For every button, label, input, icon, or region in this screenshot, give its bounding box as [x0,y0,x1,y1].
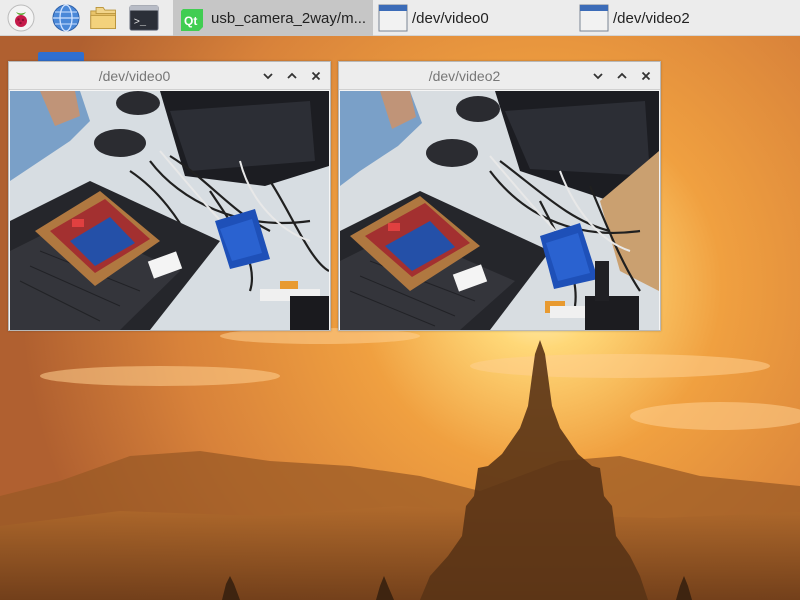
terminal-button[interactable]: >_ [129,3,159,33]
taskbar-task-video0[interactable]: /dev/video0 [374,0,574,36]
chevron-down-icon [263,73,273,80]
minimize-button[interactable] [260,68,276,84]
close-button[interactable] [308,68,324,84]
camera-feed [340,91,659,330]
window-icon [378,4,408,32]
window-titlebar[interactable]: /dev/video2 [339,62,660,90]
file-manager-button[interactable] [89,3,119,33]
web-browser-button[interactable] [51,3,81,33]
chevron-down-icon [593,73,603,80]
window-title: /dev/video2 [428,68,501,84]
svg-text:Qt: Qt [184,14,197,28]
taskbar: >_ Qt usb_camera_2way/m... /dev/video0 /… [0,0,800,36]
task-label: /dev/video2 [613,9,690,27]
camera-image [10,91,329,330]
taskbar-task-usb-camera-2way[interactable]: Qt usb_camera_2way/m... [173,0,373,36]
window-titlebar[interactable]: /dev/video0 [9,62,330,90]
task-label: usb_camera_2way/m... [211,9,367,27]
chevron-up-icon [287,72,297,79]
maximize-button[interactable] [284,68,300,84]
file-manager-icon [90,6,116,30]
window-title: /dev/video0 [98,68,171,84]
raspberry-pi-menu-button[interactable] [6,3,36,33]
camera-image [340,91,659,330]
qt-app-icon: Qt [181,9,203,31]
taskbar-task-video2[interactable]: /dev/video2 [575,0,775,36]
camera-feed [10,91,329,330]
window-icon [579,4,609,32]
terminal-icon: >_ [129,5,159,31]
chevron-up-icon [617,72,627,79]
close-button[interactable] [638,68,654,84]
close-icon [311,71,321,81]
window-video2[interactable]: /dev/video2 [338,61,661,331]
window-video0[interactable]: /dev/video0 [8,61,331,331]
web-browser-icon [52,4,80,32]
maximize-button[interactable] [614,68,630,84]
close-icon [641,71,651,81]
task-label: /dev/video0 [412,9,489,27]
raspberry-pi-menu-icon [7,4,35,32]
svg-text:>_: >_ [134,17,147,29]
minimize-button[interactable] [590,68,606,84]
